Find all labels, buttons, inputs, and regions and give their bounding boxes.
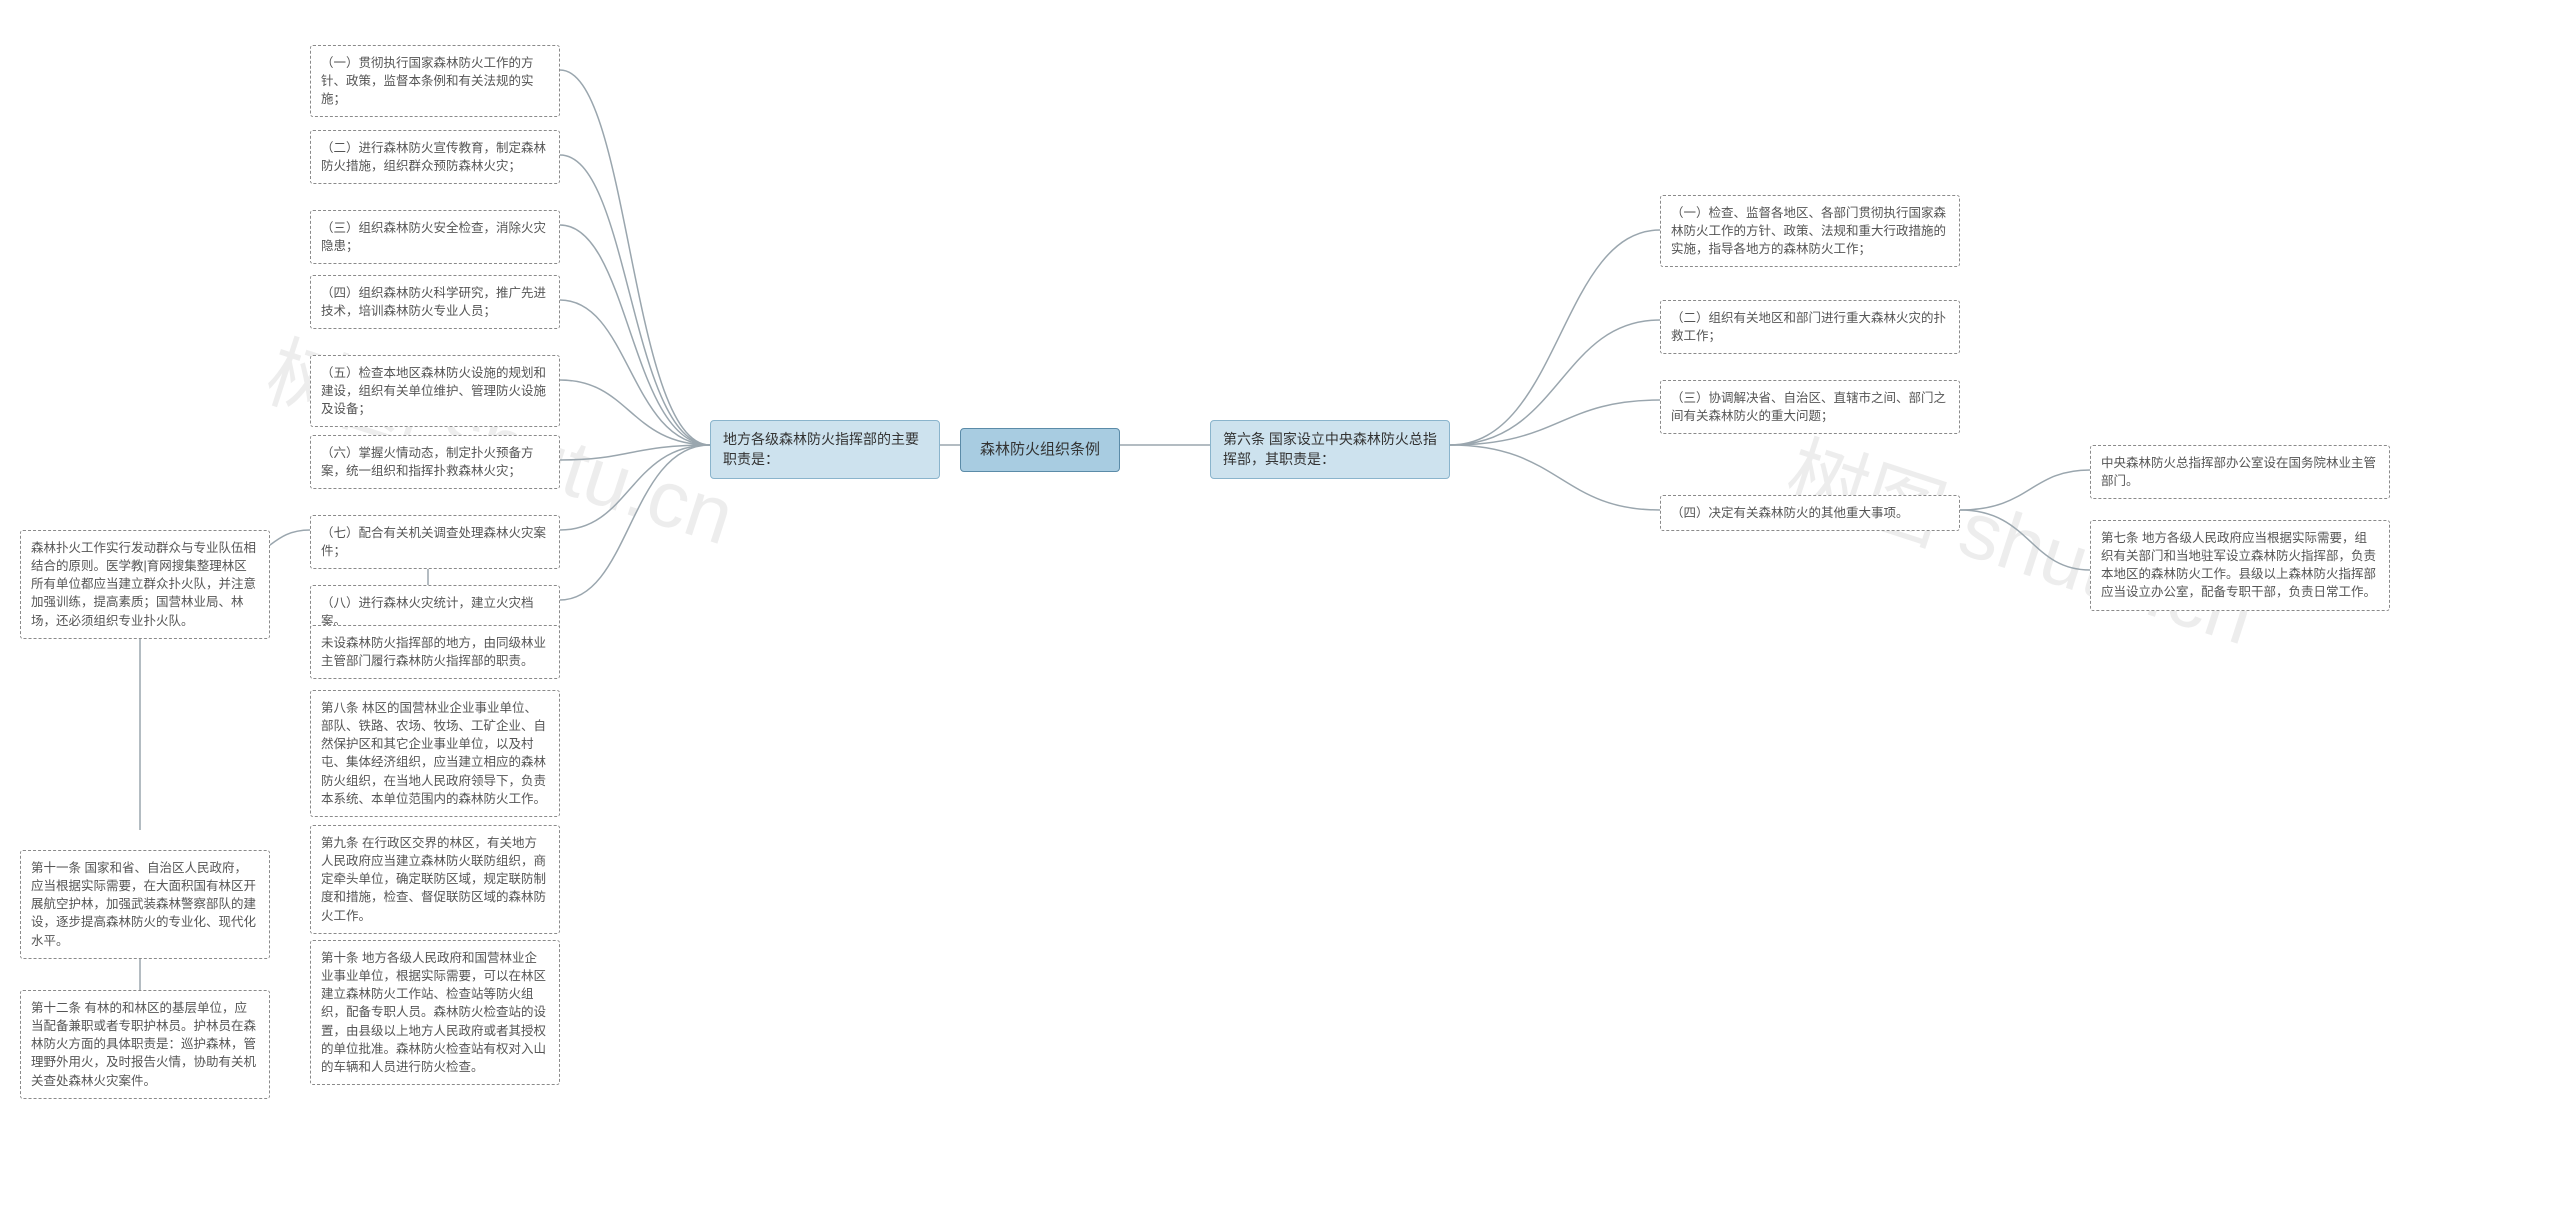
left-attachA-0-text: 未设森林防火指挥部的地方，由同级林业主管部门履行森林防火指挥部的职责。 bbox=[321, 636, 546, 668]
left-item-4: （四）组织森林防火科学研究，推广先进技术，培训森林防火专业人员； bbox=[310, 275, 560, 329]
right-item-1-text: （一）检查、监督各地区、各部门贯彻执行国家森林防火工作的方针、政策、法规和重大行… bbox=[1671, 206, 1946, 256]
left-attachB-2-text: 第十二条 有林的和林区的基层单位，应当配备兼职或者专职护林员。护林员在森林防火方… bbox=[31, 1001, 256, 1088]
left-attachA-1-text: 第八条 林区的国营林业企业事业单位、部队、铁路、农场、牧场、工矿企业、自然保护区… bbox=[321, 701, 546, 806]
left-attachB-0-text: 森林扑火工作实行发动群众与专业队伍相结合的原则。医学教|育网搜集整理林区所有单位… bbox=[31, 541, 256, 628]
left-attachB-1-text: 第十一条 国家和省、自治区人民政府，应当根据实际需要，在大面积国有林区开展航空护… bbox=[31, 861, 256, 948]
left-item-3-text: （三）组织森林防火安全检查，消除火灾隐患； bbox=[321, 221, 546, 253]
right-item-1: （一）检查、监督各地区、各部门贯彻执行国家森林防火工作的方针、政策、法规和重大行… bbox=[1660, 195, 1960, 267]
left-attachA-3-text: 第十条 地方各级人民政府和国营林业企业事业单位，根据实际需要，可以在林区建立森林… bbox=[321, 951, 546, 1074]
right-item-3-text: （三）协调解决省、自治区、直辖市之间、部门之间有关森林防火的重大问题； bbox=[1671, 391, 1946, 423]
right-attach-1-text: 中央森林防火总指挥部办公室设在国务院林业主管部门。 bbox=[2101, 456, 2376, 488]
right-item-4-text: （四）决定有关森林防火的其他重大事项。 bbox=[1671, 506, 1909, 520]
left-item-2: （二）进行森林防火宣传教育，制定森林防火措施，组织群众预防森林火灾； bbox=[310, 130, 560, 184]
left-attachA-1: 第八条 林区的国营林业企业事业单位、部队、铁路、农场、牧场、工矿企业、自然保护区… bbox=[310, 690, 560, 817]
center-node: 森林防火组织条例 bbox=[960, 428, 1120, 472]
right-branch: 第六条 国家设立中央森林防火总指挥部，其职责是： bbox=[1210, 420, 1450, 479]
left-item-1-text: （一）贯彻执行国家森林防火工作的方针、政策，监督本条例和有关法规的实施； bbox=[321, 56, 534, 106]
left-item-3: （三）组织森林防火安全检查，消除火灾隐患； bbox=[310, 210, 560, 264]
left-item-8-text: （八）进行森林火灾统计，建立火灾档案。 bbox=[321, 596, 534, 628]
right-attach-1: 中央森林防火总指挥部办公室设在国务院林业主管部门。 bbox=[2090, 445, 2390, 499]
left-attachB-2: 第十二条 有林的和林区的基层单位，应当配备兼职或者专职护林员。护林员在森林防火方… bbox=[20, 990, 270, 1099]
center-label: 森林防火组织条例 bbox=[980, 441, 1100, 458]
left-item-7-text: （七）配合有关机关调查处理森林火灾案件； bbox=[321, 526, 546, 558]
left-attachB-0: 森林扑火工作实行发动群众与专业队伍相结合的原则。医学教|育网搜集整理林区所有单位… bbox=[20, 530, 270, 639]
left-item-1: （一）贯彻执行国家森林防火工作的方针、政策，监督本条例和有关法规的实施； bbox=[310, 45, 560, 117]
left-attachB-1: 第十一条 国家和省、自治区人民政府，应当根据实际需要，在大面积国有林区开展航空护… bbox=[20, 850, 270, 959]
right-item-4: （四）决定有关森林防火的其他重大事项。 bbox=[1660, 495, 1960, 531]
left-item-5: （五）检查本地区森林防火设施的规划和建设，组织有关单位维护、管理防火设施及设备； bbox=[310, 355, 560, 427]
left-item-4-text: （四）组织森林防火科学研究，推广先进技术，培训森林防火专业人员； bbox=[321, 286, 546, 318]
left-item-2-text: （二）进行森林防火宣传教育，制定森林防火措施，组织群众预防森林火灾； bbox=[321, 141, 546, 173]
right-item-2-text: （二）组织有关地区和部门进行重大森林火灾的扑救工作； bbox=[1671, 311, 1946, 343]
right-attach-2: 第七条 地方各级人民政府应当根据实际需要，组织有关部门和当地驻军设立森林防火指挥… bbox=[2090, 520, 2390, 611]
left-attachA-0: 未设森林防火指挥部的地方，由同级林业主管部门履行森林防火指挥部的职责。 bbox=[310, 625, 560, 679]
left-branch: 地方各级森林防火指挥部的主要职责是： bbox=[710, 420, 940, 479]
left-item-7: （七）配合有关机关调查处理森林火灾案件； bbox=[310, 515, 560, 569]
left-item-6: （六）掌握火情动态，制定扑火预备方案，统一组织和指挥扑救森林火灾； bbox=[310, 435, 560, 489]
left-branch-label: 地方各级森林防火指挥部的主要职责是： bbox=[723, 431, 919, 467]
left-attachA-2-text: 第九条 在行政区交界的林区，有关地方人民政府应当建立森林防火联防组织，商定牵头单… bbox=[321, 836, 546, 923]
left-attachA-3: 第十条 地方各级人民政府和国营林业企业事业单位，根据实际需要，可以在林区建立森林… bbox=[310, 940, 560, 1085]
left-item-5-text: （五）检查本地区森林防火设施的规划和建设，组织有关单位维护、管理防火设施及设备； bbox=[321, 366, 546, 416]
right-branch-label: 第六条 国家设立中央森林防火总指挥部，其职责是： bbox=[1223, 431, 1437, 467]
right-attach-2-text: 第七条 地方各级人民政府应当根据实际需要，组织有关部门和当地驻军设立森林防火指挥… bbox=[2101, 531, 2376, 599]
right-item-2: （二）组织有关地区和部门进行重大森林火灾的扑救工作； bbox=[1660, 300, 1960, 354]
left-attachA-2: 第九条 在行政区交界的林区，有关地方人民政府应当建立森林防火联防组织，商定牵头单… bbox=[310, 825, 560, 934]
left-item-6-text: （六）掌握火情动态，制定扑火预备方案，统一组织和指挥扑救森林火灾； bbox=[321, 446, 534, 478]
right-item-3: （三）协调解决省、自治区、直辖市之间、部门之间有关森林防火的重大问题； bbox=[1660, 380, 1960, 434]
